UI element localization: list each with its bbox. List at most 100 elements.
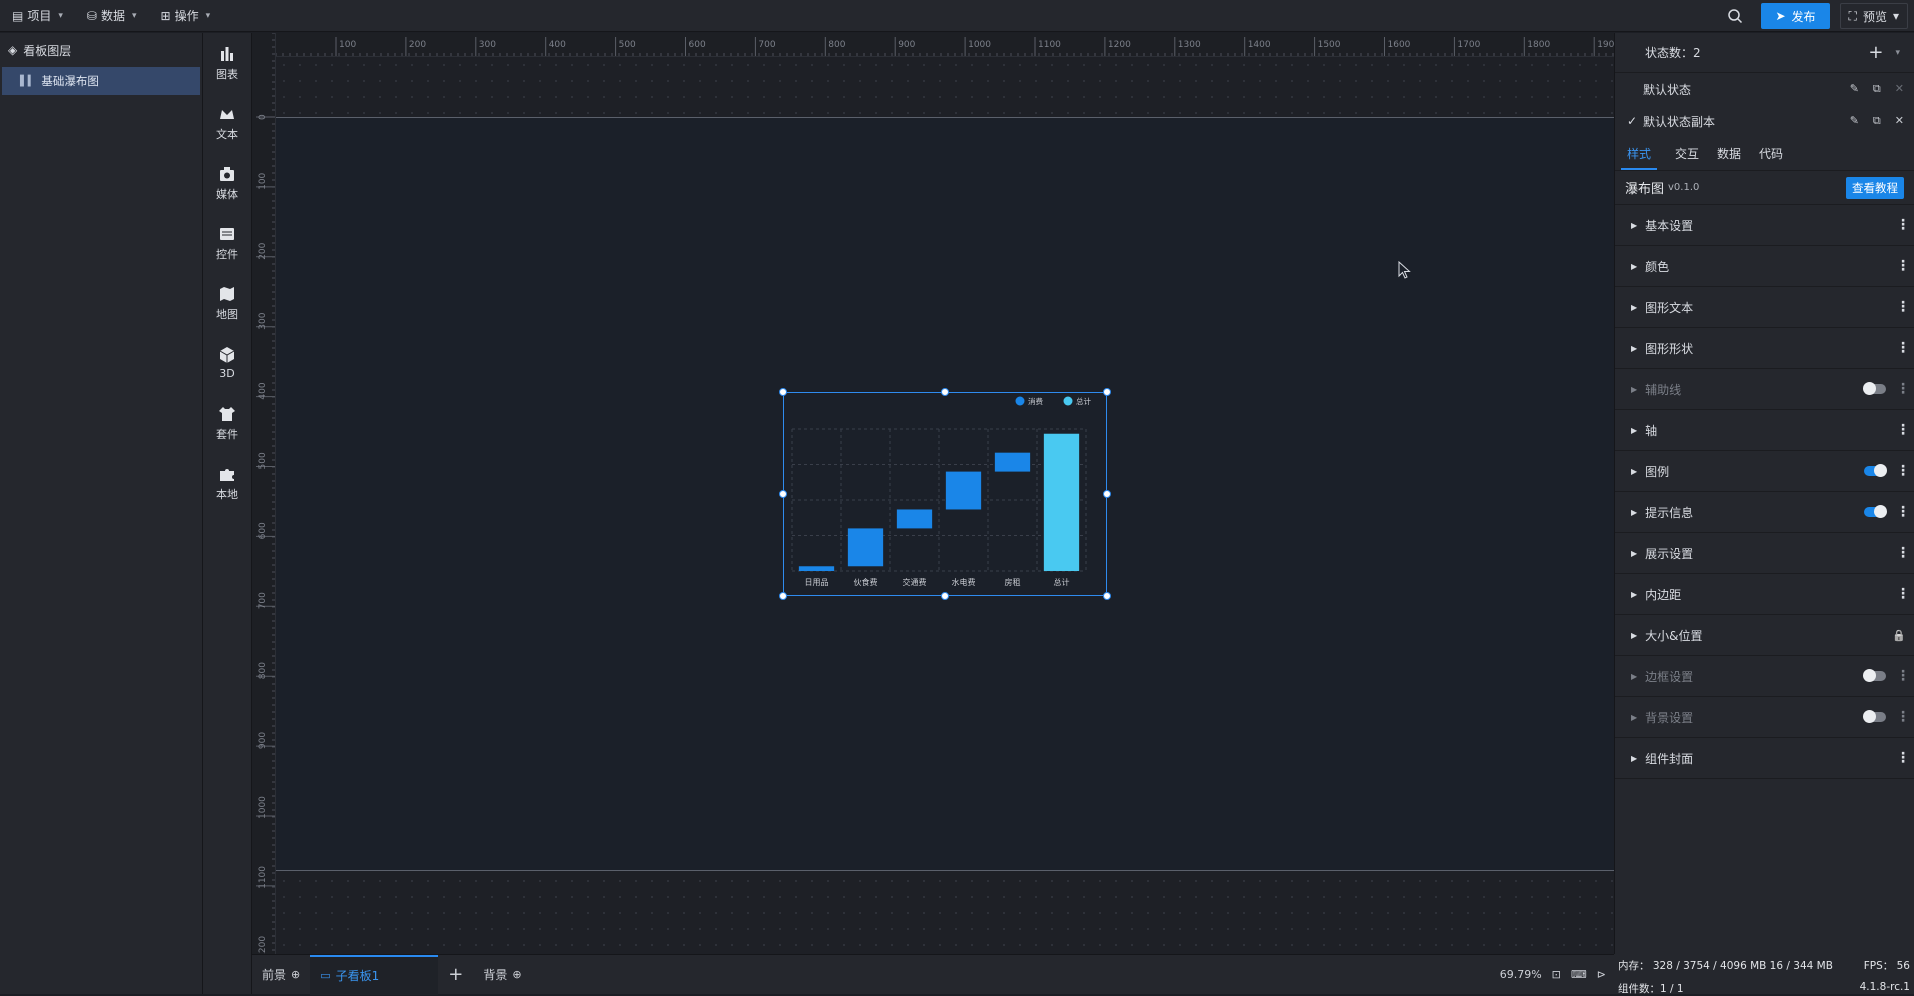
tool-chart[interactable]: 图表 [203, 33, 251, 93]
state-item[interactable]: ✓ 默认状态副本 ✎ ⧉ ✕ [1615, 105, 1914, 137]
tab-code[interactable]: 代码 [1759, 145, 1783, 170]
settings-section-label: 图形文本 [1645, 300, 1694, 315]
settings-section[interactable]: ▶ 背景设置 ⋮ [1615, 697, 1914, 738]
resize-handle-tl[interactable] [779, 388, 787, 396]
settings-section[interactable]: ▶ 提示信息 ⋮ [1615, 492, 1914, 533]
settings-section[interactable]: ▶ 内边距 ⋮ [1615, 574, 1914, 615]
settings-section-label: 轴 [1645, 423, 1658, 438]
plus-icon[interactable]: + [1868, 42, 1883, 63]
more-options-icon[interactable]: ⋮ [1896, 505, 1910, 519]
close-icon[interactable]: ✕ [1895, 82, 1904, 96]
component-version: v0.1.0 [1668, 182, 1700, 193]
settings-section[interactable]: ▶ 边框设置 ⋮ [1615, 656, 1914, 697]
tab-sub-board[interactable]: ▭ 子看板1 [310, 954, 439, 995]
settings-section[interactable]: ▶ 图形文本 ⋮ [1615, 287, 1914, 328]
resize-handle-t[interactable] [941, 388, 949, 396]
terminal-icon[interactable]: ⊳ [1597, 968, 1606, 981]
more-options-icon[interactable]: ⋮ [1896, 587, 1910, 601]
more-options-icon[interactable]: ⋮ [1896, 341, 1910, 355]
tab-interaction[interactable]: 交互 [1675, 145, 1699, 170]
menu-project[interactable]: ▤ 项目 ▾ [0, 0, 75, 32]
close-icon[interactable]: ✕ [1895, 114, 1904, 128]
legend-label[interactable]: 总计 [1076, 396, 1092, 406]
tool-local[interactable]: 本地 [203, 453, 251, 513]
settings-section[interactable]: ▶ 展示设置 ⋮ [1615, 533, 1914, 574]
more-options-icon[interactable]: ⋮ [1896, 382, 1910, 396]
tool-suite[interactable]: 套件 [203, 393, 251, 453]
tutorial-button[interactable]: 查看教程 [1846, 176, 1904, 199]
publish-button[interactable]: ➤ 发布 [1761, 3, 1830, 29]
resize-handle-l[interactable] [779, 490, 787, 498]
settings-section[interactable]: ▶ 组件封面 ⋮ [1615, 738, 1914, 779]
more-options-icon[interactable]: ⋮ [1896, 218, 1910, 232]
tool-control[interactable]: 控件 [203, 213, 251, 273]
state-item[interactable]: 默认状态 ✎ ⧉ ✕ [1615, 73, 1914, 105]
more-options-icon[interactable]: ⋮ [1896, 423, 1910, 437]
state-count-row: 状态数： 2 + ▾ [1615, 33, 1914, 73]
chart-bar[interactable] [798, 566, 835, 571]
more-options-icon[interactable]: ⋮ [1896, 464, 1910, 478]
settings-section[interactable]: ▶ 大小&位置 🔒 [1615, 615, 1914, 656]
chart-bar[interactable] [847, 528, 884, 567]
section-toggle[interactable] [1863, 382, 1886, 395]
copy-icon[interactable]: ⧉ [1873, 114, 1881, 128]
settings-section[interactable]: ▶ 轴 ⋮ [1615, 410, 1914, 451]
tab-foreground[interactable]: 前景 ⊕ [252, 955, 310, 995]
edit-icon[interactable]: ✎ [1850, 114, 1859, 128]
section-toggle[interactable] [1864, 505, 1887, 518]
search-icon[interactable] [1719, 0, 1751, 32]
chart-bar[interactable] [945, 471, 982, 510]
tool-media[interactable]: 媒体 [203, 153, 251, 213]
resize-handle-b[interactable] [941, 592, 949, 600]
tool-map[interactable]: 地图 [203, 273, 251, 333]
caret-right-icon: ▶ [1631, 384, 1638, 394]
chevron-down-icon[interactable]: ▾ [1895, 48, 1900, 58]
edit-icon[interactable]: ✎ [1850, 82, 1859, 96]
tool-3d[interactable]: 3D [203, 333, 251, 393]
resize-handle-tr[interactable] [1103, 388, 1111, 396]
settings-section[interactable]: ▶ 辅助线 ⋮ [1615, 369, 1914, 410]
more-options-icon[interactable]: ⋮ [1896, 300, 1910, 314]
waterfall-chart-widget[interactable]: 日用品 伙食费 交通费 水电费 房租 总计 消费 总计 [779, 388, 1111, 600]
preview-button[interactable]: ⛶ 预览 ▾ [1839, 3, 1908, 29]
fit-screen-icon[interactable]: ⊡ [1552, 968, 1561, 981]
menu-operate[interactable]: ⊞ 操作 ▾ [149, 0, 223, 32]
add-circle-icon[interactable]: ⊕ [291, 968, 300, 981]
more-options-icon[interactable]: ⋮ [1896, 546, 1910, 560]
settings-section[interactable]: ▶ 颜色 ⋮ [1615, 246, 1914, 287]
more-options-icon[interactable]: ⋮ [1896, 751, 1910, 765]
lock-icon[interactable]: 🔒 [1892, 629, 1906, 642]
layer-item[interactable]: ▌▍ 基础瀑布图 [2, 67, 200, 95]
settings-section[interactable]: ▶ 图形形状 ⋮ [1615, 328, 1914, 369]
add-board-button[interactable]: + [438, 955, 473, 995]
caret-right-icon: ▶ [1631, 630, 1638, 640]
tab-data[interactable]: 数据 [1717, 145, 1741, 170]
legend-marker[interactable] [1015, 396, 1025, 406]
resize-handle-bl[interactable] [779, 592, 787, 600]
more-options-icon[interactable]: ⋮ [1896, 259, 1910, 273]
chart-bar[interactable] [1043, 433, 1080, 571]
settings-section[interactable]: ▶ 图例 ⋮ [1615, 451, 1914, 492]
more-options-icon[interactable]: ⋮ [1896, 669, 1910, 683]
resize-handle-r[interactable] [1103, 490, 1111, 498]
add-circle-icon[interactable]: ⊕ [512, 968, 521, 981]
chevron-down-icon[interactable]: ▾ [1893, 9, 1899, 23]
chart-bar[interactable] [896, 509, 933, 529]
zoom-level[interactable]: 69.79% [1500, 968, 1542, 981]
legend-marker[interactable] [1063, 396, 1073, 406]
more-options-icon[interactable]: ⋮ [1896, 710, 1910, 724]
section-toggle[interactable] [1864, 464, 1887, 477]
section-toggle[interactable] [1863, 710, 1886, 723]
resize-handle-br[interactable] [1103, 592, 1111, 600]
tab-background[interactable]: 背景 ⊕ [473, 955, 531, 995]
tab-style[interactable]: 样式 [1621, 145, 1658, 170]
keyboard-icon[interactable]: ⌨ [1571, 968, 1587, 981]
chart-bar[interactable] [994, 452, 1031, 472]
tool-text[interactable]: 文本 [203, 93, 251, 153]
section-toggle[interactable] [1863, 669, 1886, 682]
settings-section[interactable]: ▶ 基本设置 ⋮ [1615, 205, 1914, 246]
menu-data[interactable]: ⛁ 数据 ▾ [75, 0, 149, 32]
caret-right-icon: ▶ [1631, 671, 1638, 681]
legend-label[interactable]: 消费 [1028, 396, 1044, 406]
copy-icon[interactable]: ⧉ [1873, 82, 1881, 96]
